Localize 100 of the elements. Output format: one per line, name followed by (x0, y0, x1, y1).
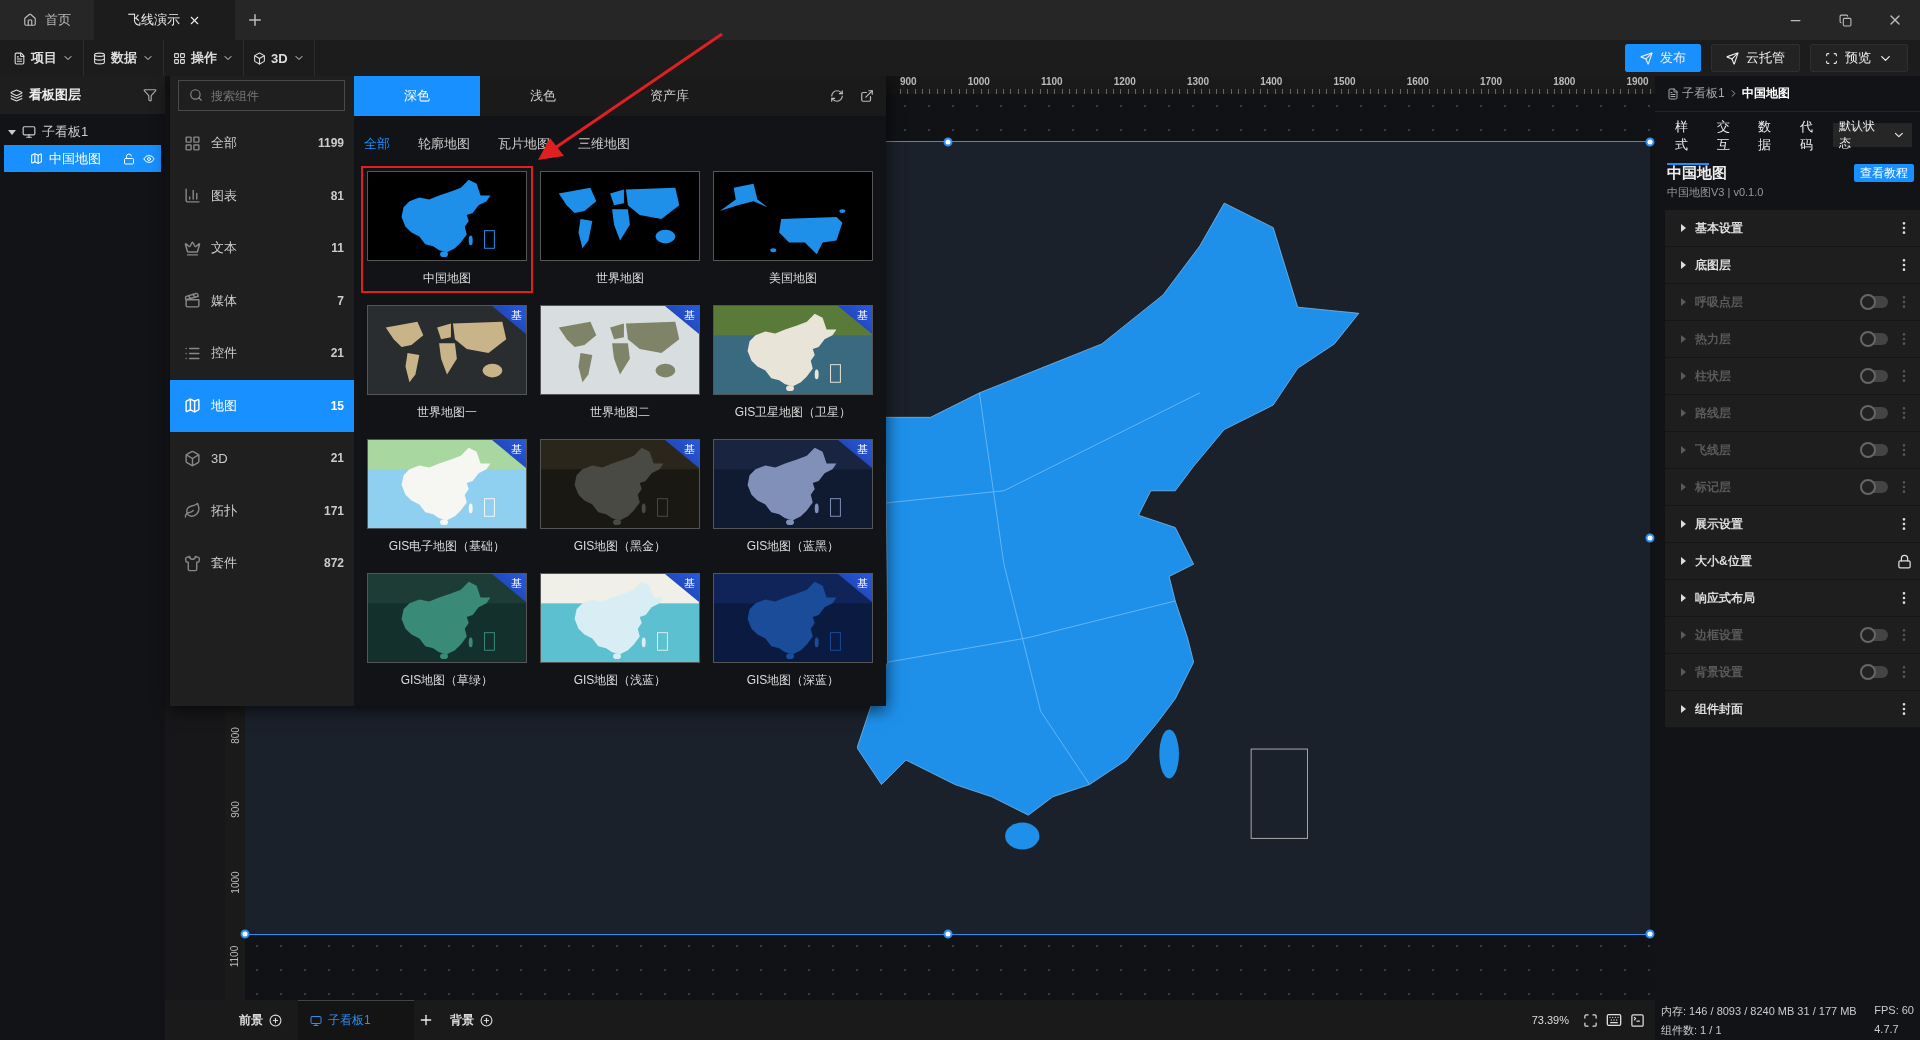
leaf-icon (184, 502, 201, 520)
category-item[interactable]: 媒体 7 (170, 274, 354, 327)
ruler-label: 1300 (1186, 76, 1210, 88)
toggle-switch[interactable] (1862, 333, 1888, 345)
resize-handle[interactable] (943, 137, 952, 147)
category-item[interactable]: 控件 21 (170, 327, 354, 380)
tab[interactable]: 代码 (1791, 105, 1834, 165)
caret-icon[interactable] (8, 127, 16, 136)
caret-icon (1679, 335, 1687, 343)
category-item[interactable]: 3D 21 (170, 432, 354, 485)
bar-chart-icon (184, 187, 201, 205)
caret-icon (1679, 668, 1687, 676)
send-icon (1726, 51, 1739, 65)
category-item[interactable]: 图表 81 (170, 169, 354, 222)
page-tab[interactable]: 背景 (438, 1000, 505, 1040)
add-page-icon[interactable] (418, 1012, 434, 1028)
add-icon[interactable] (480, 1013, 493, 1027)
breadcrumb-link[interactable]: 子看板1 (1682, 85, 1725, 102)
search-field[interactable]: 搜索组件 (178, 80, 345, 111)
category-item[interactable]: 全部 1199 (170, 117, 354, 170)
fps-counter: FPS: 60 (1874, 1004, 1914, 1018)
ruler-label: 1500 (1333, 76, 1356, 88)
component-count: 组件数: 1 / 1 (1661, 1023, 1723, 1038)
tab[interactable]: 交互 (1708, 105, 1751, 165)
keyboard-icon[interactable] (1606, 1012, 1622, 1028)
add-icon[interactable] (269, 1013, 282, 1027)
settings-section[interactable]: 展示设置 (1665, 506, 1920, 543)
external-link-icon[interactable] (860, 89, 874, 103)
theme-tab[interactable]: 浅色 (480, 76, 606, 116)
fullscreen-icon (1825, 51, 1838, 65)
page-tab[interactable]: 子看板1 (298, 1000, 414, 1040)
caret-icon (1679, 224, 1687, 232)
tab[interactable]: 首页 (0, 0, 94, 40)
send-icon (1640, 51, 1653, 65)
settings-section[interactable]: 大小&位置 (1665, 543, 1920, 580)
fit-icon[interactable] (1583, 1012, 1598, 1028)
zoom-level: 73.39% (1531, 1014, 1569, 1026)
toolbar-button[interactable]: 云托管 (1711, 44, 1800, 72)
database-icon (93, 51, 106, 65)
add-tab-icon[interactable] (246, 11, 264, 29)
eye-icon[interactable] (143, 152, 155, 165)
filter-tab[interactable]: 三维地图 (578, 135, 630, 153)
map-icon (184, 397, 201, 415)
theme-tab[interactable]: 资产库 (606, 76, 732, 116)
grid-icon (173, 51, 186, 65)
monitor-icon (22, 124, 36, 139)
filter-tab[interactable]: 轮廓地图 (418, 135, 470, 153)
caret-icon (1679, 298, 1687, 306)
toggle-switch[interactable] (1862, 444, 1888, 456)
caret-icon (1679, 594, 1687, 602)
refresh-icon[interactable] (830, 89, 844, 103)
settings-section[interactable]: 响应式布局 (1665, 580, 1920, 617)
shirt-icon (184, 554, 201, 572)
monitor-icon (310, 1014, 322, 1027)
toggle-switch[interactable] (1862, 296, 1888, 308)
ruler-label: 1000 (967, 76, 990, 88)
cube-icon (253, 51, 266, 65)
ruler-label: 800 (229, 727, 241, 744)
tab[interactable]: 数据 (1750, 105, 1792, 165)
file-icon (13, 51, 26, 65)
terminal-icon[interactable] (1630, 1012, 1645, 1028)
category-item[interactable]: 套件 872 (170, 537, 354, 590)
category-item[interactable]: 文本 11 (170, 222, 354, 275)
category-item[interactable]: 拓扑 171 (170, 484, 354, 537)
settings-section[interactable]: 底图层 (1665, 247, 1920, 284)
tab[interactable]: 样式 (1667, 105, 1709, 165)
tab[interactable]: 飞线演示 (94, 0, 235, 40)
ruler-label: 1000 (229, 871, 241, 894)
toolbar-button[interactable]: 预览 (1810, 44, 1908, 72)
filter-icon[interactable] (143, 88, 157, 102)
ruler-label: 900 (900, 76, 917, 88)
unlock-icon[interactable] (123, 152, 135, 165)
ruler-label: 1400 (1260, 76, 1283, 88)
toggle-switch[interactable] (1862, 666, 1888, 678)
map-icon (30, 152, 43, 165)
resize-handle[interactable] (240, 929, 250, 939)
toggle-switch[interactable] (1862, 629, 1888, 641)
breadcrumb-current: 中国地图 (1741, 85, 1790, 102)
toggle-switch[interactable] (1862, 407, 1888, 419)
component-card[interactable]: 中国地图 (361, 166, 533, 293)
caret-icon (1679, 446, 1687, 454)
filter-tab[interactable]: 全部 (364, 135, 390, 153)
ruler-label: 1600 (1406, 76, 1429, 88)
restore-icon[interactable] (1838, 13, 1852, 27)
layer-item[interactable]: 子看板1 (4, 118, 161, 145)
caret-icon (1679, 483, 1687, 491)
toggle-switch[interactable] (1862, 370, 1888, 382)
layers-icon (10, 88, 23, 102)
page-tab[interactable]: 前景 (227, 1000, 294, 1040)
version-label: 4.7.7 (1874, 1023, 1900, 1037)
ruler-label: 1100 (229, 945, 241, 967)
resize-handle[interactable] (943, 929, 952, 939)
toggle-switch[interactable] (1862, 481, 1888, 493)
lock-icon[interactable] (1897, 553, 1912, 569)
caret-icon (1679, 705, 1687, 713)
crown-icon (184, 239, 201, 257)
settings-section[interactable]: 组件封面 (1665, 691, 1920, 728)
panel-title: 看板图层 (29, 86, 81, 104)
component-version: 中国地图V3 | v0.1.0 (1667, 185, 1764, 200)
settings-section[interactable]: 基本设置 (1665, 210, 1920, 247)
